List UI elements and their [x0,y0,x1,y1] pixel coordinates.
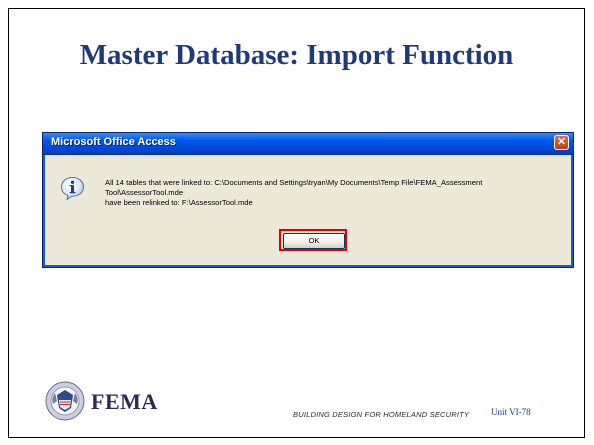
message-line: have been relinked to: F:\AssessorTool.m… [105,198,253,207]
slide-title: Master Database: Import Function [79,39,514,71]
dialog-message: All 14 tables that were linked to: C:\Do… [105,178,565,208]
info-icon [60,176,85,201]
ok-highlight-box: OK [279,229,347,251]
message-dialog: Microsoft Office Access ✕ All 14 tables … [42,132,574,268]
close-button[interactable]: ✕ [554,135,569,150]
footer-course-title: BUILDING DESIGN FOR HOMELAND SECURITY [293,410,470,419]
slide: Master Database: Import Function Microso… [8,8,585,438]
dhs-seal-icon [45,381,85,421]
dialog-title: Microsoft Office Access [51,136,176,148]
close-icon: ✕ [556,136,567,148]
dialog-titlebar[interactable]: Microsoft Office Access ✕ [43,133,573,155]
fema-wordmark: FEMA [91,389,158,414]
footer-unit-number: Unit VI-78 [491,407,531,417]
ok-button[interactable]: OK [283,233,345,249]
message-line: Tool\AssessorTool.mde [105,188,184,197]
message-line: All 14 tables that were linked to: C:\Do… [105,178,483,187]
